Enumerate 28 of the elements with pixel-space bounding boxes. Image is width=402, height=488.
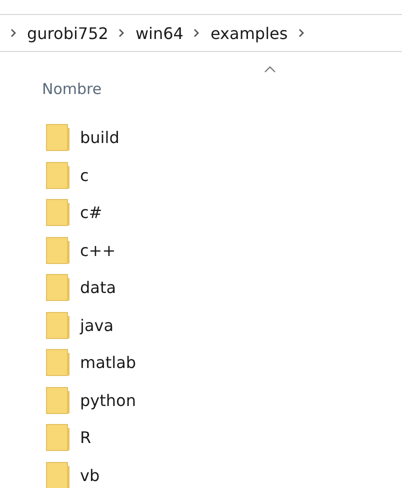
folder-icon (46, 312, 70, 339)
breadcrumb-item[interactable]: examples (210, 24, 288, 42)
folder-name[interactable]: matlab (80, 353, 136, 372)
chevron-icon[interactable] (10, 28, 17, 38)
folder-name[interactable]: c (80, 166, 89, 185)
chevron-icon[interactable] (193, 28, 200, 38)
folder-icon (46, 462, 70, 488)
folder-name[interactable]: R (80, 428, 92, 448)
column-header[interactable]: Nombre (42, 80, 102, 98)
folder-name[interactable]: java (80, 316, 114, 335)
folder-name[interactable]: vb (80, 466, 100, 485)
breadcrumb-item[interactable]: gurobi752 (27, 24, 108, 42)
folder-name[interactable]: python (80, 390, 136, 410)
folder-name[interactable]: c# (80, 203, 102, 222)
folder-icon (46, 349, 70, 376)
folder-icon (46, 274, 70, 302)
folder-icon (46, 124, 70, 152)
folder-icon (46, 162, 70, 189)
folder-icon (46, 386, 70, 414)
folder-icon (46, 236, 70, 264)
folder-name[interactable]: c++ (80, 240, 116, 260)
folder-name[interactable]: data (80, 278, 116, 298)
folder-icon (46, 424, 70, 452)
chevron-icon[interactable] (118, 28, 126, 38)
breadcrumb-item[interactable]: win64 (135, 24, 184, 42)
chevron-icon[interactable] (298, 28, 305, 38)
folder-icon (46, 199, 70, 226)
folder-name[interactable]: build (80, 128, 120, 148)
